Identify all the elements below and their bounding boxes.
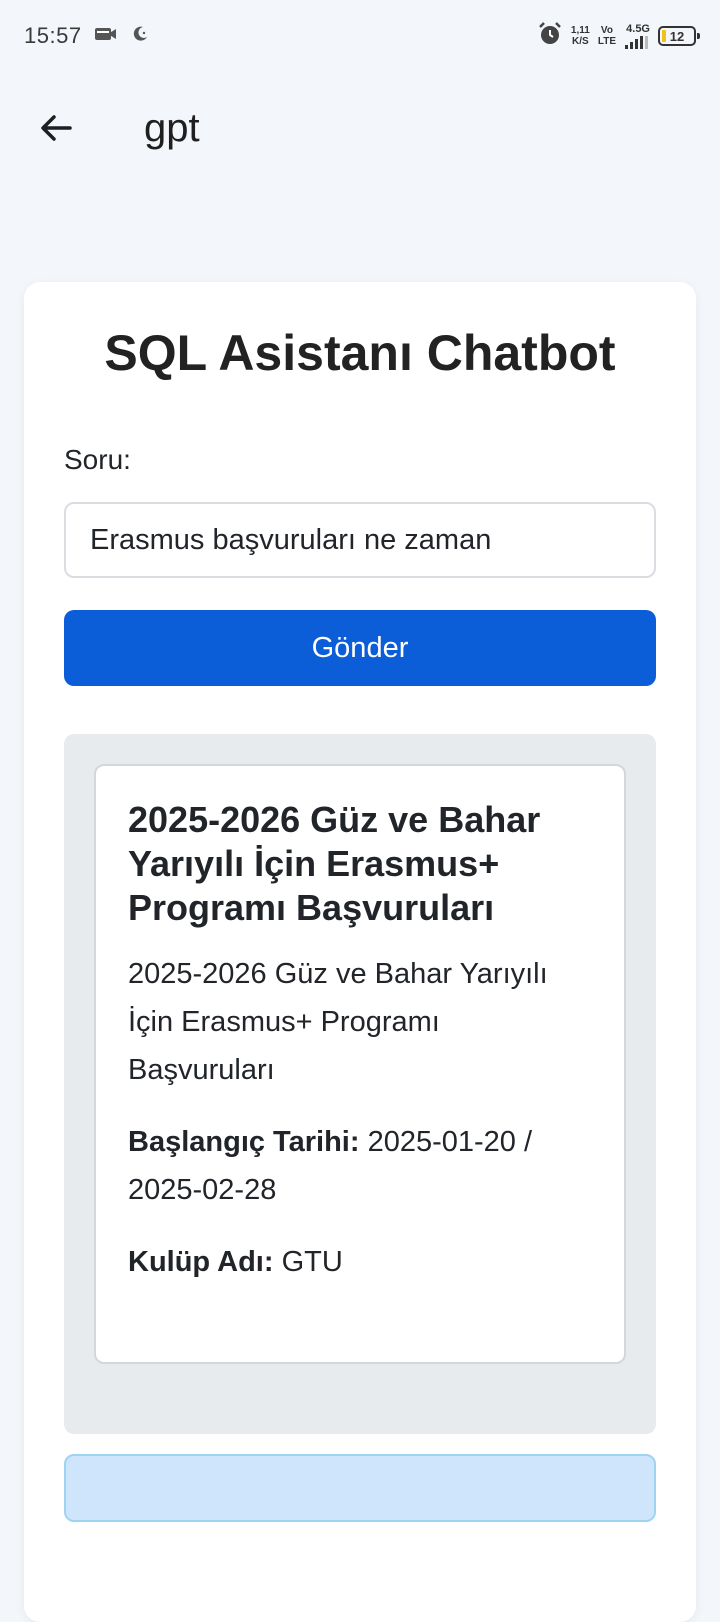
question-input[interactable] bbox=[64, 502, 656, 578]
signal-indicator: 4.5G bbox=[624, 23, 650, 49]
question-label: Soru: bbox=[64, 444, 131, 475]
network-speed: 1,11 K/S bbox=[570, 25, 590, 47]
moon-icon bbox=[130, 24, 150, 49]
result-title: 2025-2026 Güz ve Bahar Yarıyılı İçin Era… bbox=[128, 799, 541, 928]
response-area: 2025-2026 Güz ve Bahar Yarıyılı İçin Era… bbox=[64, 734, 656, 1434]
battery-icon: 12 bbox=[658, 26, 700, 46]
alarm-icon bbox=[537, 21, 563, 52]
app-bar: gpt bbox=[0, 88, 720, 168]
page-title: SQL Asistanı Chatbot bbox=[104, 325, 616, 381]
start-date-label: Başlangıç Tarihi: bbox=[128, 1126, 360, 1158]
battery-level: 12 bbox=[669, 28, 685, 44]
app-title: gpt bbox=[144, 105, 200, 150]
club-name-field: Kulüp Adı: GTU bbox=[128, 1238, 592, 1286]
result-description: 2025-2026 Güz ve Bahar Yarıyılı İçin Era… bbox=[128, 958, 548, 1086]
start-date-field: Başlangıç Tarihi: 2025-01-20 / 2025-02-2… bbox=[128, 1118, 592, 1214]
status-bar: 15:57 1,11 K/S Vo LTE 4.5G 12 bbox=[0, 0, 720, 72]
arrow-left-icon bbox=[41, 115, 72, 141]
result-card: 2025-2026 Güz ve Bahar Yarıyılı İçin Era… bbox=[94, 764, 626, 1364]
signal-bars-icon bbox=[625, 35, 648, 49]
info-alert-box bbox=[64, 1454, 656, 1522]
volte-indicator: Vo LTE bbox=[597, 25, 616, 47]
chatbot-card: SQL Asistanı Chatbot Soru: Gönder 2025-2… bbox=[24, 282, 696, 1622]
back-button[interactable] bbox=[28, 100, 84, 156]
send-button[interactable]: Gönder bbox=[64, 610, 656, 686]
card-notification-icon bbox=[94, 25, 118, 48]
club-name-value: GTU bbox=[281, 1246, 343, 1278]
status-time: 15:57 bbox=[24, 23, 82, 48]
club-name-label: Kulüp Adı: bbox=[128, 1246, 274, 1278]
